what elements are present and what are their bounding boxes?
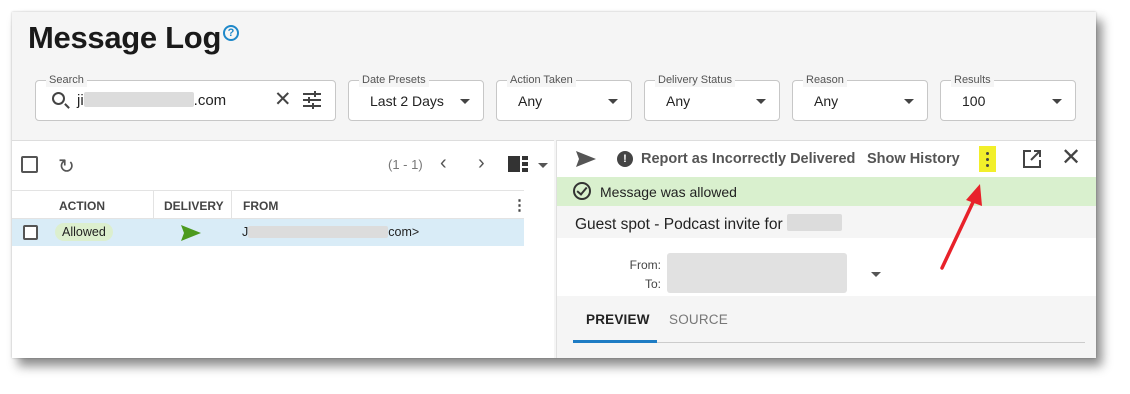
send-icon[interactable]	[575, 150, 597, 168]
reason-value: Any	[814, 93, 839, 109]
date-presets-value: Last 2 Days	[370, 93, 444, 109]
action-taken-value: Any	[518, 93, 543, 109]
date-presets-select[interactable]: Date Presets Last 2 Days	[348, 73, 484, 121]
detail-tabs: PREVIEW SOURCE	[557, 296, 1096, 358]
delivery-status-value: Any	[666, 93, 691, 109]
open-new-window-icon[interactable]	[1022, 149, 1042, 169]
column-menu-icon[interactable]: ⋮	[512, 198, 527, 213]
send-icon	[181, 225, 201, 241]
report-alert-icon: !	[617, 151, 633, 167]
select-all-checkbox[interactable]	[21, 156, 38, 173]
from-cell: Jcom>	[242, 225, 419, 239]
action-taken-select[interactable]: Action Taken Any	[496, 73, 632, 121]
previous-page-icon[interactable]: ‹	[440, 152, 447, 175]
pager-text: (1 - 1)	[388, 157, 423, 172]
chevron-down-icon	[756, 99, 766, 104]
next-page-icon[interactable]: ›	[478, 152, 485, 175]
search-value-prefix: ji	[77, 92, 84, 109]
chevron-down-icon[interactable]	[538, 163, 548, 168]
detail-toolbar: ! Report as Incorrectly Delivered Show H…	[557, 141, 1096, 177]
results-value: 100	[962, 93, 986, 109]
refresh-icon[interactable]: ↻	[58, 154, 75, 179]
delivery-status-legend: Delivery Status	[655, 73, 735, 87]
status-badge: Allowed	[55, 223, 113, 241]
show-history-button[interactable]: Show History	[867, 151, 960, 167]
to-label: To:	[644, 277, 661, 291]
delivery-status-select[interactable]: Delivery Status Any	[644, 73, 780, 121]
tab-source[interactable]: SOURCE	[669, 312, 728, 327]
search-value-suffix: .com	[193, 92, 227, 109]
from-label: From:	[629, 258, 661, 272]
row-checkbox[interactable]	[23, 225, 38, 240]
active-tab-indicator	[573, 340, 657, 343]
close-icon[interactable]: ✕	[1061, 145, 1081, 171]
from-suffix: com>	[388, 225, 420, 239]
chevron-down-icon	[904, 99, 914, 104]
chevron-down-icon	[1052, 99, 1062, 104]
table-row[interactable]: Allowed Jcom>	[12, 219, 524, 246]
report-incorrect-button[interactable]: Report as Incorrectly Delivered	[641, 151, 855, 167]
column-header-action[interactable]: ACTION	[59, 199, 105, 213]
redacted-text	[83, 92, 194, 107]
tab-preview[interactable]: PREVIEW	[586, 312, 650, 327]
subject-text: Guest spot - Podcast invite for	[575, 216, 783, 233]
column-divider	[231, 191, 232, 219]
status-banner: Message was allowed	[557, 177, 1096, 206]
scrollbar[interactable]	[538, 190, 1076, 358]
message-detail-pane: ! Report as Incorrectly Delivered Show H…	[556, 140, 1096, 358]
search-legend: Search	[46, 73, 87, 87]
clear-icon[interactable]: ✕	[274, 89, 292, 110]
filter-settings-icon[interactable]	[302, 90, 322, 110]
column-header-delivery[interactable]: DELIVERY	[164, 199, 224, 213]
page-title: Message Log	[28, 20, 222, 55]
message-log-window: Message Log ? Search ji .com ✕ Date Prese…	[12, 12, 1096, 358]
list-toolbar: ↻ (1 - 1) ‹ ›	[12, 141, 554, 189]
status-text: Message was allowed	[600, 184, 737, 200]
subject-bar: Guest spot - Podcast invite for	[557, 206, 1096, 238]
help-circle-icon[interactable]: ?	[223, 25, 239, 41]
check-circle-icon	[573, 182, 591, 200]
results-legend: Results	[951, 73, 994, 87]
reason-select[interactable]: Reason Any	[792, 73, 928, 121]
columns-icon[interactable]	[508, 156, 528, 172]
reason-legend: Reason	[803, 73, 847, 87]
redacted-text	[786, 214, 842, 231]
chevron-down-icon[interactable]	[871, 272, 881, 277]
column-header-from[interactable]: FROM	[243, 199, 278, 213]
results-select[interactable]: Results 100	[940, 73, 1076, 121]
chevron-down-icon	[460, 99, 470, 104]
table-header: ACTION DELIVERY FROM ⋮	[12, 190, 527, 219]
action-taken-legend: Action Taken	[507, 73, 576, 87]
message-list-pane: ↻ (1 - 1) ‹ › ACTION DELIVERY FROM ⋮ All…	[12, 140, 1076, 358]
redacted-text	[248, 226, 389, 238]
search-input[interactable]: ji .com	[77, 92, 226, 109]
more-options-icon[interactable]	[979, 146, 996, 172]
tabs-divider	[657, 342, 1085, 343]
message-subject: Guest spot - Podcast invite for	[575, 214, 842, 234]
search-field[interactable]: Search ji .com ✕	[35, 73, 336, 121]
redacted-addresses	[667, 253, 847, 293]
date-presets-legend: Date Presets	[359, 73, 429, 87]
chevron-down-icon	[608, 99, 618, 104]
column-divider	[153, 191, 154, 219]
search-icon	[52, 92, 65, 105]
